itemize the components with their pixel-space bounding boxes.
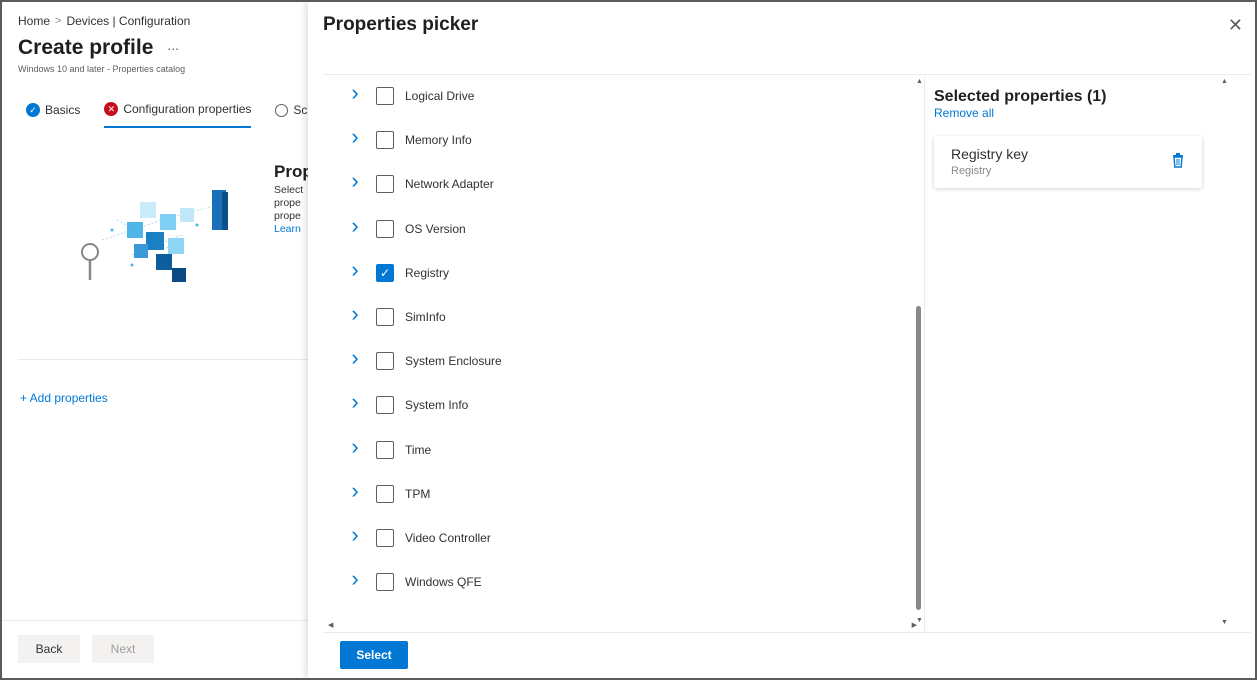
property-checkbox[interactable]	[376, 484, 394, 503]
page-title-row: Create profile ...	[18, 36, 179, 60]
property-checkbox[interactable]	[376, 175, 394, 194]
property-label: Memory Info	[405, 133, 472, 148]
back-button[interactable]: Back	[18, 635, 80, 663]
list-item[interactable]: › Video Controller	[323, 518, 913, 562]
tab-configuration-properties[interactable]: ✕ Configuration properties	[104, 102, 252, 128]
property-checkbox[interactable]	[376, 219, 394, 238]
page-subtitle: Windows 10 and later - Properties catalo…	[18, 64, 186, 74]
property-checkbox[interactable]: ✓	[376, 263, 394, 282]
selected-property-name: Registry key	[951, 146, 1029, 162]
property-checkbox[interactable]	[376, 352, 394, 371]
selected-property-category: Registry	[951, 165, 992, 177]
chevron-right-icon[interactable]: ›	[348, 522, 362, 548]
tab-label: Basics	[45, 103, 81, 117]
property-label: SimInfo	[405, 310, 446, 324]
property-label: Windows QFE	[405, 575, 482, 590]
close-icon[interactable]: ✕	[1228, 16, 1243, 34]
list-item[interactable]: › ✓ Registry	[323, 253, 913, 297]
scroll-up-icon[interactable]: ▲	[916, 78, 923, 85]
property-checkbox[interactable]	[376, 573, 394, 592]
property-checkbox[interactable]	[376, 87, 394, 105]
chevron-right-icon[interactable]: ›	[348, 257, 362, 283]
list-item[interactable]: › OS Version	[323, 209, 913, 253]
chevron-right-icon[interactable]: ›	[348, 478, 362, 504]
page-title: Create profile	[18, 36, 154, 59]
property-label: System Info	[405, 398, 469, 413]
select-button[interactable]: Select	[340, 641, 408, 669]
next-button[interactable]: Next	[92, 635, 154, 663]
scroll-down-icon[interactable]: ▼	[916, 617, 923, 624]
tab-label: Sc	[293, 103, 308, 117]
breadcrumb-home[interactable]: Home	[18, 14, 50, 28]
create-profile-page: Home > Devices | Configuration Create pr…	[2, 2, 313, 678]
list-item[interactable]: › TPM	[323, 474, 913, 518]
breadcrumb: Home > Devices | Configuration	[18, 14, 190, 28]
chevron-right-icon[interactable]: ›	[348, 434, 362, 460]
divider	[323, 74, 1251, 75]
add-properties-link[interactable]: + Add properties	[20, 391, 108, 405]
check-circle-icon: ✓	[26, 103, 40, 117]
list-item[interactable]: › System Enclosure	[323, 341, 913, 385]
property-checkbox[interactable]	[376, 308, 394, 326]
list-item[interactable]: › Windows QFE	[323, 562, 913, 606]
divider	[924, 76, 925, 632]
divider	[2, 620, 308, 621]
divider	[323, 632, 1251, 633]
chevron-right-icon[interactable]: ›	[348, 213, 362, 239]
scroll-left-icon[interactable]: ◀	[328, 621, 333, 629]
selected-properties-pane: Selected properties (1) Remove all Regis…	[934, 76, 1224, 626]
property-label: Network Adapter	[405, 177, 494, 192]
list-item[interactable]: › System Info	[323, 385, 913, 429]
property-checkbox[interactable]	[376, 440, 394, 459]
selected-property-card: Registry key Registry	[934, 136, 1202, 188]
empty-circle-icon	[275, 103, 289, 117]
tab-basics[interactable]: ✓ Basics	[26, 103, 80, 127]
tab-label: Configuration properties	[123, 102, 252, 116]
properties-picker-panel: Properties picker ✕ › Logical Drive › Memor…	[308, 2, 1255, 678]
property-label: Registry	[405, 265, 450, 280]
panel-title: Properties picker	[323, 14, 479, 35]
wizard-tabs: ✓ Basics ✕ Configuration properties Sc	[26, 102, 331, 128]
property-label: Logical Drive	[405, 89, 475, 103]
property-checkbox[interactable]	[376, 529, 394, 547]
remove-all-link[interactable]: Remove all	[934, 106, 994, 120]
list-item[interactable]: › SimInfo	[323, 297, 913, 341]
chevron-right-icon[interactable]: ›	[348, 124, 362, 150]
scroll-down-icon[interactable]: ▼	[1221, 619, 1228, 626]
property-label: TPM	[405, 486, 431, 501]
selected-properties-title: Selected properties (1)	[934, 88, 1107, 105]
property-label: System Enclosure	[405, 354, 502, 369]
chevron-right-icon[interactable]: ›	[348, 301, 362, 327]
breadcrumb-separator: >	[55, 15, 62, 27]
chevron-right-icon[interactable]: ›	[348, 566, 362, 592]
chevron-right-icon[interactable]: ›	[348, 168, 362, 194]
scrollbar-thumb[interactable]	[916, 306, 921, 610]
properties-heading: Prop	[274, 162, 313, 181]
scroll-up-icon[interactable]: ▲	[1221, 78, 1228, 85]
tab-scope[interactable]: Sc	[275, 103, 307, 127]
list-item[interactable]: › Time	[323, 430, 913, 474]
properties-catalog-illustration-icon	[81, 190, 228, 282]
list-item[interactable]: › Memory Info	[323, 120, 913, 164]
property-checkbox[interactable]	[376, 396, 394, 415]
list-item[interactable]: › Logical Drive	[323, 76, 913, 120]
divider	[18, 359, 308, 360]
property-label: Time	[405, 442, 432, 457]
list-item[interactable]: › Network Adapter	[323, 164, 913, 208]
chevron-right-icon[interactable]: ›	[348, 389, 362, 415]
error-circle-icon: ✕	[104, 102, 119, 116]
property-checkbox[interactable]	[376, 131, 394, 150]
scroll-right-icon[interactable]: ▶	[912, 621, 917, 629]
delete-icon[interactable]	[1172, 153, 1184, 168]
property-list: › Logical Drive › Memory Info › Network Adapt…	[323, 76, 924, 628]
selected-pane-scrollbar[interactable]: ▲ ▼	[1219, 76, 1231, 632]
chevron-right-icon[interactable]: ›	[348, 345, 362, 371]
more-options-icon[interactable]: ...	[167, 37, 179, 53]
property-label: OS Version	[405, 221, 466, 236]
property-label: Video Controller	[405, 531, 491, 545]
chevron-right-icon[interactable]: ›	[348, 80, 362, 106]
screen: Home > Devices | Configuration Create pr…	[0, 0, 1257, 680]
breadcrumb-devices-configuration[interactable]: Devices | Configuration	[66, 14, 190, 28]
